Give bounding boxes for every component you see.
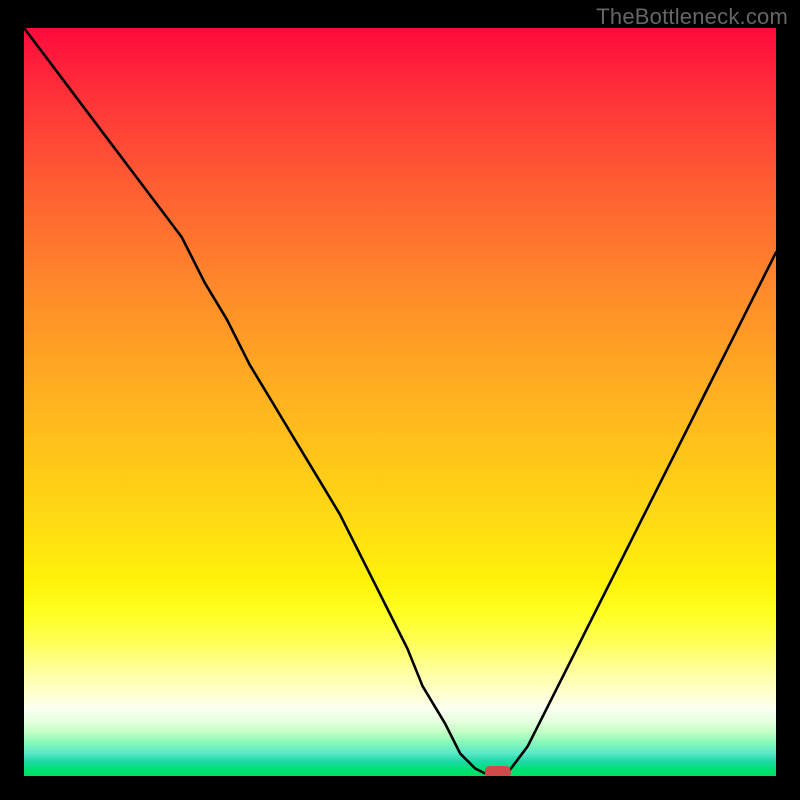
watermark-text: TheBottleneck.com (596, 4, 788, 30)
plot-area (24, 28, 776, 776)
minimum-marker (485, 766, 511, 776)
bottleneck-curve (24, 28, 776, 776)
chart-frame: TheBottleneck.com (0, 0, 800, 800)
